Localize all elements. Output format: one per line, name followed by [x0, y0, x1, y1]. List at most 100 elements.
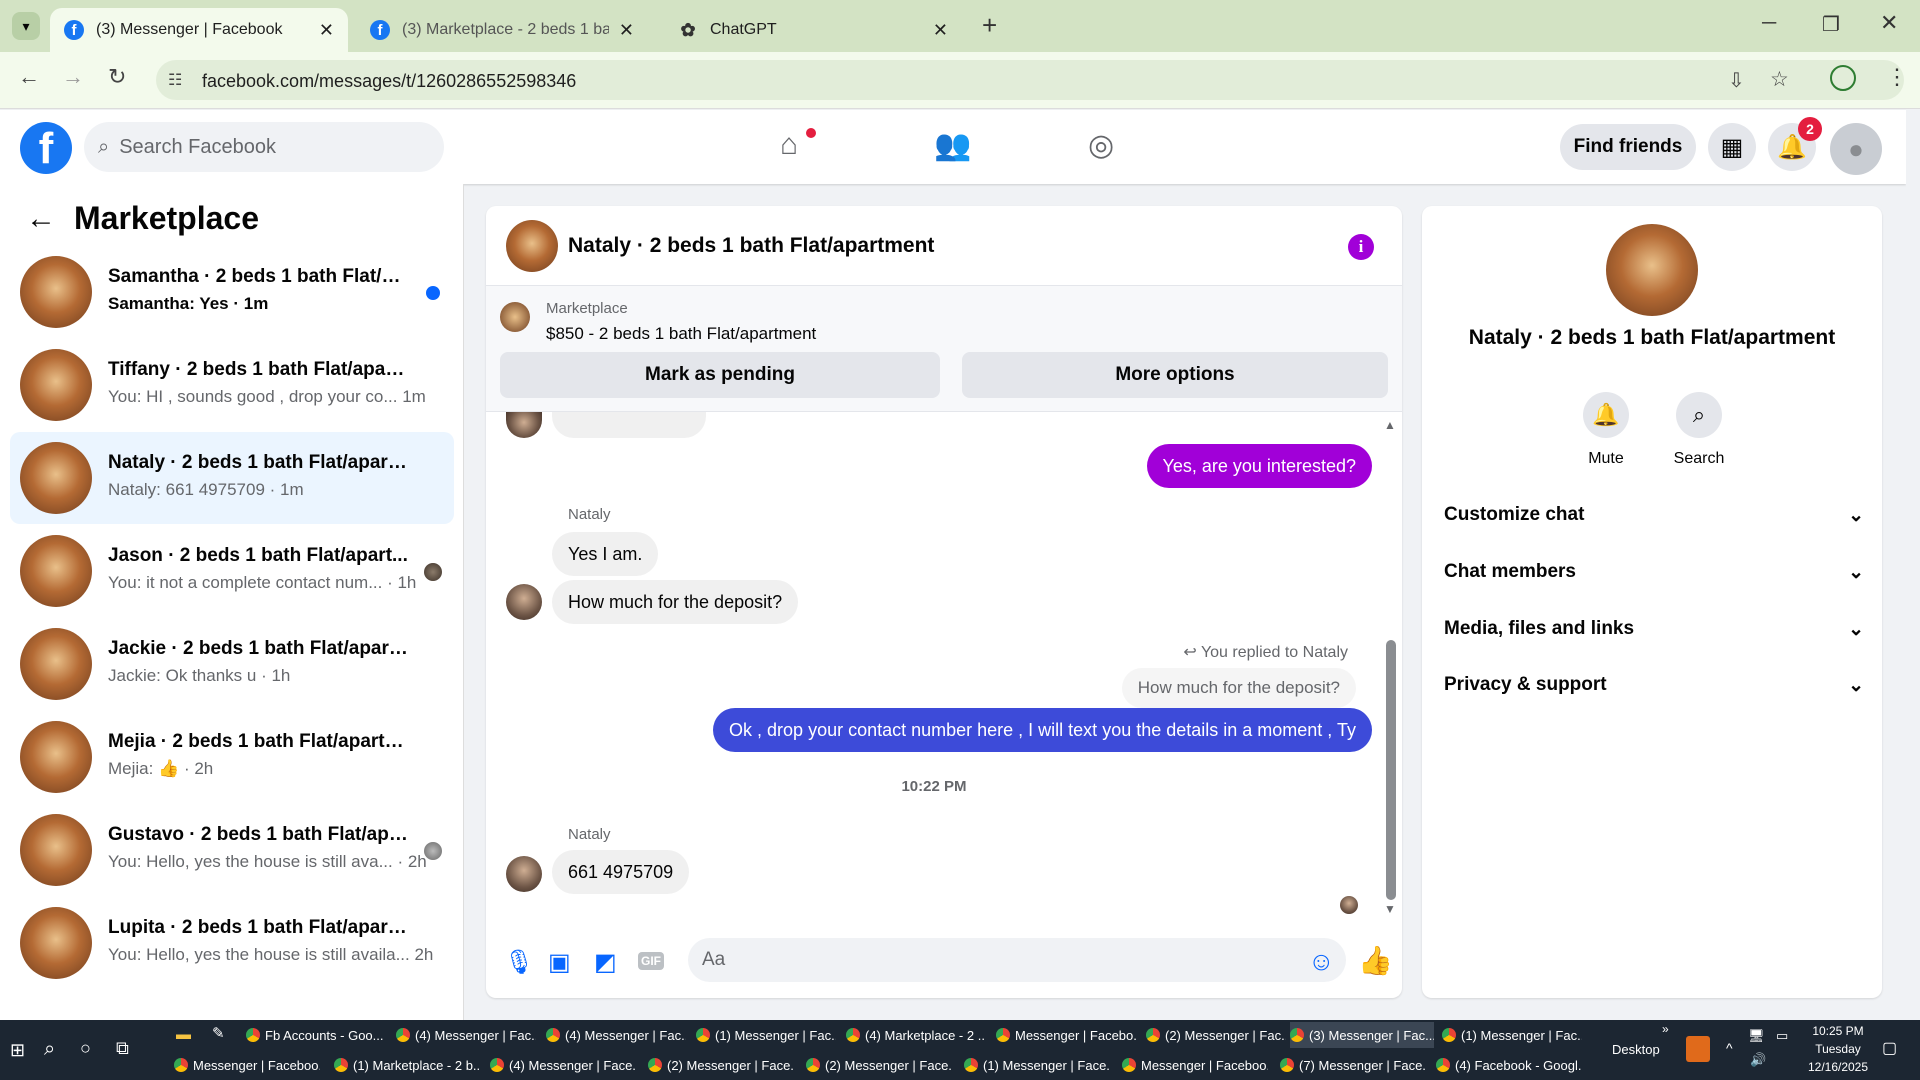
close-tab-icon[interactable]: ✕ [619, 20, 634, 41]
taskbar-item[interactable]: (4) Messenger | Face... [490, 1052, 636, 1078]
taskbar-item[interactable]: (2) Messenger | Fac... [1146, 1022, 1286, 1048]
facebook-search-input[interactable]: ⌕ Search Facebook [84, 122, 444, 172]
incoming-message[interactable]: 661 4975709 [552, 850, 690, 894]
app-pin-icon[interactable]: ✎ [212, 1024, 225, 1042]
scroll-down-arrow-icon[interactable]: ▼ [1384, 902, 1396, 916]
listing-photo[interactable] [1606, 224, 1698, 316]
incoming-message[interactable]: Yes I am. [552, 532, 659, 576]
mute-action[interactable]: 🔔 Mute [1566, 392, 1646, 468]
more-options-button[interactable]: More options [962, 352, 1388, 398]
windows-start-icon[interactable]: ⊞ [10, 1040, 25, 1061]
taskbar-item[interactable]: (4) Messenger | Fac... [546, 1022, 686, 1048]
taskbar-item-active[interactable]: (3) Messenger | Fac... [1290, 1022, 1434, 1048]
profile-icon[interactable] [1830, 65, 1856, 91]
taskbar-item[interactable]: (1) Marketplace - 2 b... [334, 1052, 480, 1078]
incoming-message[interactable]: How much for the deposit? [552, 580, 799, 624]
search-icon[interactable]: ⌕ [44, 1038, 55, 1061]
menu-grid-icon[interactable]: ▦ [1708, 123, 1756, 171]
volume-icon[interactable]: 🔊 [1750, 1052, 1766, 1068]
info-icon[interactable]: i [1348, 234, 1374, 260]
section-privacy-support[interactable]: Privacy & support ⌄ [1444, 674, 1864, 697]
forward-arrow-icon[interactable]: → [62, 64, 84, 90]
account-avatar[interactable]: ● [1830, 123, 1882, 175]
tab-search-chevron-icon[interactable]: ▾ [12, 12, 40, 40]
section-chat-members[interactable]: Chat members ⌄ [1444, 561, 1864, 584]
conversation-mejia[interactable]: Mejia · 2 beds 1 bath Flat/apartment Mej… [10, 711, 454, 803]
taskbar-item[interactable]: (4) Messenger | Fac... [396, 1022, 536, 1048]
thumbs-up-icon[interactable]: 👍 [1358, 944, 1393, 977]
taskbar-item[interactable]: (1) Messenger | Fac... [696, 1022, 836, 1048]
taskbar-item[interactable]: Fb Accounts - Goo... [246, 1022, 386, 1048]
microphone-icon[interactable]: 🎙 [504, 948, 534, 977]
action-center-icon[interactable]: ▢ [1882, 1038, 1897, 1058]
conversation-gustavo[interactable]: Gustavo · 2 beds 1 bath Flat/apa... You:… [10, 804, 454, 896]
taskbar-item[interactable]: (7) Messenger | Face... [1280, 1052, 1426, 1078]
section-customize-chat[interactable]: Customize chat ⌄ [1444, 504, 1864, 527]
back-arrow-icon[interactable]: ← [18, 64, 40, 90]
show-hidden-icons-chevron-icon[interactable]: ^ [1726, 1040, 1733, 1056]
task-view-icon[interactable]: ⧉ [116, 1038, 129, 1059]
back-arrow-icon[interactable]: ← [26, 202, 56, 236]
taskbar-item[interactable]: Messenger | Faceboo... [174, 1052, 320, 1078]
search-action[interactable]: ⌕ Search [1659, 392, 1739, 468]
new-tab-plus-icon[interactable]: + [982, 10, 997, 41]
gif-icon[interactable]: GIF [638, 952, 664, 970]
find-friends-button[interactable]: Find friends [1560, 124, 1696, 170]
bookmark-star-icon[interactable]: ☆ [1770, 67, 1789, 92]
network-icon[interactable]: 🖥 [1748, 1028, 1765, 1044]
battery-icon[interactable]: ▭ [1776, 1028, 1788, 1044]
browser-menu-icon[interactable]: ⋮ [1886, 64, 1908, 90]
outgoing-message[interactable]: Yes, are you interested? [1146, 444, 1372, 488]
notifications-bell-icon[interactable]: 🔔 2 [1768, 117, 1822, 171]
taskbar-item[interactable]: (1) Messenger | Fac... [1442, 1022, 1582, 1048]
conversation-lupita[interactable]: Lupita · 2 beds 1 bath Flat/apartm... Yo… [10, 897, 454, 989]
section-media-files-links[interactable]: Media, files and links ⌄ [1444, 618, 1864, 641]
photo-icon[interactable]: ▣ [548, 948, 571, 977]
taskbar-item[interactable]: Messenger | Facebo... [996, 1022, 1136, 1048]
close-tab-icon[interactable]: ✕ [319, 20, 334, 41]
taskbar-item[interactable]: (4) Marketplace - 2 ... [846, 1022, 986, 1048]
cortana-icon[interactable]: ○ [80, 1038, 91, 1059]
chat-title[interactable]: Nataly · 2 beds 1 bath Flat/apartment [568, 234, 934, 258]
overflow-chevron-icon[interactable]: » [1662, 1022, 1669, 1036]
file-explorer-icon[interactable]: ▬ [176, 1026, 191, 1043]
conversation-nataly[interactable]: Nataly · 2 beds 1 bath Flat/apartm... Na… [10, 432, 454, 524]
message-input[interactable]: Aa [688, 938, 1346, 982]
install-app-icon[interactable]: ⇩ [1728, 68, 1745, 93]
chat-listing-thumbnail[interactable] [506, 220, 558, 272]
home-icon[interactable]: ⌂ [780, 128, 816, 162]
conversation-jason[interactable]: Jason · 2 beds 1 bath Flat/apart... You:… [10, 525, 454, 617]
browser-tab-messenger[interactable]: f (3) Messenger | Facebook ✕ [50, 8, 348, 52]
system-clock[interactable]: 10:25 PM Tuesday 12/16/2025 [1800, 1022, 1876, 1076]
taskbar-item[interactable]: (2) Messenger | Face... [648, 1052, 794, 1078]
groups-icon[interactable]: ◎ [1088, 128, 1114, 163]
browser-tab-chatgpt[interactable]: ✿ ChatGPT ✕ [664, 8, 962, 52]
conversation-tiffany[interactable]: Tiffany · 2 beds 1 bath Flat/apartm... Y… [10, 339, 454, 431]
chat-scrollbar-thumb[interactable] [1386, 640, 1396, 900]
facebook-logo-icon[interactable]: f [20, 122, 72, 174]
conversation-jackie[interactable]: Jackie · 2 beds 1 bath Flat/apartme... J… [10, 618, 454, 710]
restore-icon[interactable]: ❐ [1822, 12, 1840, 37]
app-tray-icon[interactable] [1686, 1036, 1710, 1062]
url-omnibox[interactable]: ☷ facebook.com/messages/t/12602865525983… [156, 60, 1904, 100]
taskbar-item[interactable]: (2) Messenger | Face... [806, 1052, 952, 1078]
quoted-message[interactable]: How much for the deposit? [1121, 668, 1356, 708]
site-info-icon[interactable]: ☷ [168, 70, 182, 90]
mark-as-pending-button[interactable]: Mark as pending [500, 352, 940, 398]
scroll-up-arrow-icon[interactable]: ▲ [1384, 418, 1396, 432]
taskbar-item[interactable]: (1) Messenger | Face... [964, 1052, 1110, 1078]
taskbar-item[interactable]: Messenger | Faceboo... [1122, 1052, 1268, 1078]
browser-tab-marketplace[interactable]: f (3) Marketplace - 2 beds 1 bath ✕ [356, 8, 648, 52]
desktop-toolbar-label[interactable]: Desktop [1612, 1042, 1660, 1057]
sticker-icon[interactable]: ◩ [594, 948, 617, 977]
friends-icon[interactable]: 👥 [934, 128, 971, 163]
close-tab-icon[interactable]: ✕ [933, 20, 948, 41]
page-scrollbar[interactable] [1906, 110, 1920, 1020]
close-window-icon[interactable]: ✕ [1880, 10, 1898, 36]
minimize-icon[interactable]: ─ [1762, 12, 1776, 35]
emoji-icon[interactable]: ☺ [1308, 946, 1335, 977]
outgoing-message[interactable]: Ok , drop your contact number here , I w… [713, 708, 1372, 752]
taskbar-item[interactable]: (4) Facebook - Googl... [1436, 1052, 1582, 1078]
conversation-samantha[interactable]: Samantha · 2 beds 1 bath Flat/ap... Sama… [10, 246, 454, 338]
listing-summary[interactable]: $850 - 2 beds 1 bath Flat/apartment [546, 324, 816, 344]
